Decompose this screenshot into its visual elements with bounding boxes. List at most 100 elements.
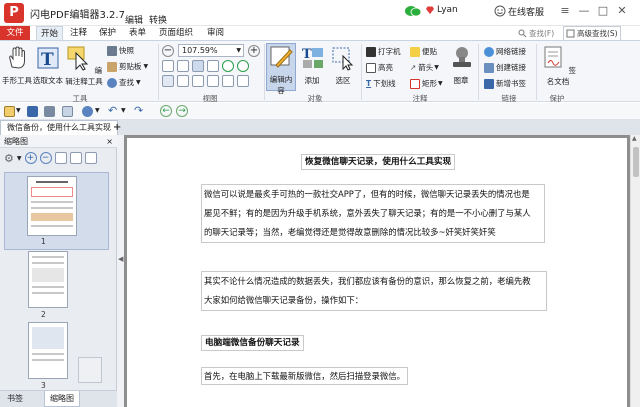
- arrow-button[interactable]: ↗ 箭头 ▼: [410, 62, 439, 74]
- menu-icon[interactable]: ≡: [557, 3, 573, 19]
- panel-splitter[interactable]: ◀: [117, 135, 124, 407]
- chevron-down-icon[interactable]: ▼: [121, 107, 126, 114]
- single-page-icon[interactable]: [162, 60, 174, 72]
- maximize-icon[interactable]: □: [595, 3, 611, 19]
- advanced-find-button[interactable]: 高级查找(S): [563, 26, 621, 41]
- two-page-icon[interactable]: [192, 75, 204, 87]
- web-link-button[interactable]: 网络链接: [484, 46, 526, 58]
- forward-icon[interactable]: →: [176, 105, 188, 117]
- tab-home[interactable]: 开始: [36, 26, 64, 40]
- reading-mode-icon[interactable]: [207, 75, 219, 87]
- zoom-out-thumbnail-icon[interactable]: −: [39, 152, 52, 164]
- hand-tool-button[interactable]: 手形工具: [2, 45, 32, 86]
- edit-annotation-button[interactable]: 编辑注释工具: [64, 45, 104, 87]
- note-button[interactable]: 便贴: [410, 46, 437, 58]
- full-screen-icon[interactable]: [222, 75, 234, 87]
- document-tab[interactable]: 微信备份，使用什么工具实现: [0, 120, 118, 135]
- redo-icon[interactable]: ↷: [134, 104, 143, 117]
- open-folder-icon[interactable]: [4, 106, 15, 117]
- underline-button[interactable]: T 下划线: [366, 78, 396, 90]
- rectangle-icon: [410, 79, 420, 89]
- typewriter-button[interactable]: 打字机: [366, 46, 401, 58]
- create-link-button[interactable]: 创建链接: [484, 62, 526, 74]
- new-tab-icon[interactable]: +: [113, 122, 121, 133]
- save-icon[interactable]: [27, 106, 38, 117]
- undo-icon[interactable]: ↶: [108, 104, 117, 117]
- chevron-down-icon[interactable]: ▼: [95, 107, 100, 114]
- wechat-icon[interactable]: [405, 5, 421, 17]
- menu-edit[interactable]: 编辑: [125, 13, 143, 26]
- continuous-page-icon[interactable]: [177, 60, 189, 72]
- tab-bookmarks[interactable]: 书签: [2, 391, 28, 407]
- chevron-down-icon: ▼: [236, 47, 241, 54]
- tab-annotate[interactable]: 注释: [66, 26, 91, 40]
- chevron-down-icon[interactable]: ▼: [17, 155, 22, 162]
- actual-size-icon[interactable]: [177, 75, 189, 87]
- paragraph-2[interactable]: 其实不论什么情况造成的数据丢失，我们都应该有备份的意识，那么恢复之前，老编先教 …: [201, 271, 547, 311]
- tab-page-organize[interactable]: 页面组织: [155, 26, 197, 40]
- clipboard-button[interactable]: 剪贴板 ▼: [107, 61, 148, 73]
- print-icon[interactable]: [44, 106, 55, 117]
- fit-width-icon[interactable]: [207, 60, 219, 72]
- snapshot-button[interactable]: 快照: [107, 45, 134, 57]
- stamp-button[interactable]: 图章: [449, 45, 473, 86]
- rotate-right-icon[interactable]: [237, 60, 249, 72]
- gear-icon[interactable]: ⚙: [4, 152, 14, 165]
- zoom-out-icon[interactable]: −: [162, 45, 174, 57]
- page-thumbnail-1[interactable]: [27, 176, 77, 236]
- select-text-button[interactable]: T 选取文本: [33, 45, 63, 86]
- page-thumbnail-2[interactable]: [28, 251, 68, 308]
- section-heading[interactable]: 电脑端微信备份聊天记录: [201, 335, 304, 351]
- zoom-select[interactable]: 107.59% ▼: [178, 44, 244, 57]
- delete-page-icon[interactable]: [69, 152, 82, 164]
- tab-protect[interactable]: 保护: [95, 26, 120, 40]
- facing-page-icon[interactable]: [192, 60, 204, 72]
- tab-review[interactable]: 审阅: [203, 26, 228, 40]
- doc-title[interactable]: 恢复微信聊天记录，使用什么工具实现: [301, 154, 456, 170]
- svg-text:T: T: [302, 47, 312, 62]
- find-tool-label: 查找: [119, 78, 134, 87]
- edit-content-button[interactable]: 编辑内容: [266, 43, 296, 95]
- rectangle-label: 矩形: [422, 79, 437, 88]
- tab-file[interactable]: 文件: [0, 26, 30, 40]
- menu-convert[interactable]: 转换: [149, 13, 167, 26]
- paragraph-3[interactable]: 首先，在电脑上下载最新版微信，然后扫描登录微信。: [201, 367, 408, 385]
- rectangle-button[interactable]: 矩形 ▼: [410, 78, 443, 90]
- close-icon[interactable]: ×: [106, 135, 113, 148]
- collapse-arrow-icon[interactable]: ◀: [118, 255, 123, 263]
- paragraph-1[interactable]: 微信可以说是最炙手可热的一款社交APP了，但有的时候，微信聊天记录丢失的情况也是…: [201, 184, 545, 243]
- zoom-in-thumbnail-icon[interactable]: +: [24, 152, 37, 164]
- sign-document-button[interactable]: 签名文档: [538, 45, 578, 87]
- quick-access-toolbar: ▼ ▼ ↶ ▼ ↷ ← →: [0, 103, 640, 120]
- page-thumb-icon[interactable]: [237, 75, 249, 87]
- cloud-icon[interactable]: [82, 106, 93, 117]
- back-icon[interactable]: ←: [160, 105, 172, 117]
- extract-page-icon[interactable]: [84, 152, 97, 164]
- insert-page-icon[interactable]: [54, 152, 67, 164]
- highlight-button[interactable]: 高亮: [366, 62, 393, 74]
- chevron-down-icon[interactable]: ▼: [16, 107, 21, 114]
- vertical-scrollbar[interactable]: ▲: [630, 135, 640, 407]
- find-button[interactable]: 查找(F): [518, 28, 554, 39]
- title-bar: P 闪电PDF编辑器3.2.7 编辑 转换 Lyan 在线客服 ≡ — □ ✕: [0, 0, 640, 26]
- document-viewport[interactable]: 恢复微信聊天记录，使用什么工具实现 微信可以说是最炙手可热的一款社交APP了，但…: [124, 135, 630, 407]
- page-number-1: 1: [41, 237, 46, 246]
- user-name[interactable]: Lyan: [437, 5, 458, 15]
- minimize-icon[interactable]: —: [576, 3, 592, 19]
- rotate-left-icon[interactable]: [222, 60, 234, 72]
- zoom-in-icon[interactable]: +: [248, 45, 260, 57]
- find-tool-button[interactable]: 查找 ▼: [107, 77, 141, 89]
- scroll-up-icon[interactable]: ▲: [632, 135, 637, 142]
- tab-thumbnails[interactable]: 缩略图: [44, 391, 80, 407]
- advanced-find-label: 高级查找(S): [577, 29, 618, 38]
- add-object-button[interactable]: T 添加: [300, 45, 324, 86]
- close-icon[interactable]: ✕: [614, 3, 630, 19]
- email-icon[interactable]: [62, 106, 73, 117]
- fit-page-icon[interactable]: [162, 75, 174, 87]
- online-service-link[interactable]: 在线客服: [508, 5, 544, 18]
- select-area-button[interactable]: 选区: [330, 45, 356, 86]
- scrollbar-thumb[interactable]: [633, 147, 639, 177]
- page-thumbnail-3[interactable]: [28, 322, 68, 379]
- add-bookmark-button[interactable]: 新增书签: [484, 78, 526, 90]
- tab-form[interactable]: 表单: [125, 26, 150, 40]
